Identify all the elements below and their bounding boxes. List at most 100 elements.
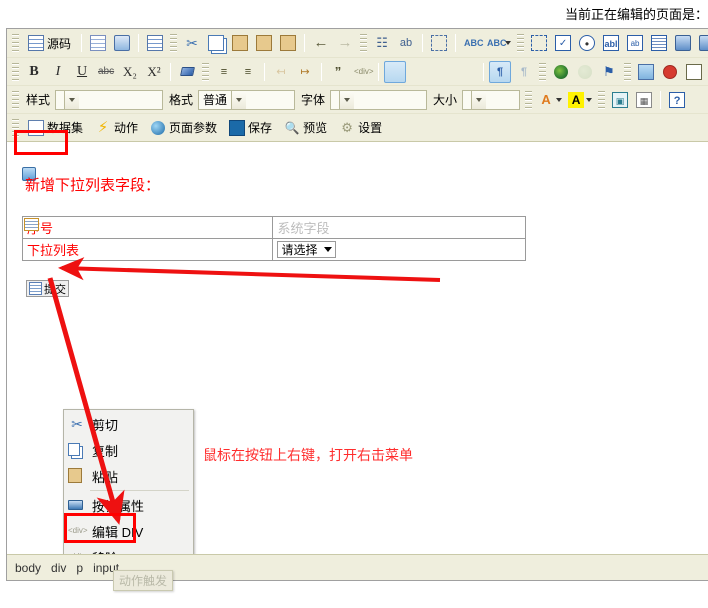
toolbar-grip[interactable] [12,118,19,137]
textfield-button[interactable]: abl [600,32,622,54]
button-button[interactable] [672,32,694,54]
text-color-button[interactable]: A [536,89,564,111]
redo-button[interactable]: → [334,32,356,54]
create-div-button[interactable]: <div> [351,61,374,83]
chevron-down-icon[interactable] [471,90,487,109]
radio-button[interactable]: • [576,32,598,54]
link-button[interactable] [550,61,572,83]
strike-button[interactable]: abc [95,61,117,83]
page-params-button[interactable]: 页面参数 [145,117,222,139]
ltr-button[interactable]: ¶ [489,60,511,83]
spellcheck-options-button[interactable]: ABC [485,32,513,54]
menu-button-properties[interactable]: 按钮属性 [64,492,193,518]
superscript-button[interactable]: X² [143,61,165,83]
toolbar-grip[interactable] [525,90,533,109]
menu-paste[interactable]: 粘贴 [64,463,193,489]
textarea-button[interactable]: ab [624,32,646,54]
format-select[interactable]: 普通 [198,89,296,110]
toolbar-grip[interactable] [539,62,546,81]
toolbar-grip[interactable] [202,62,209,81]
size-select[interactable] [462,89,521,110]
context-menu[interactable]: ✂ 剪切 复制 粘贴 按钮属性 <div> 编辑 DIV [63,409,194,554]
binoculars-icon: ☷ [376,35,388,50]
cut-button[interactable]: ✂ [181,32,203,54]
underline-icon: U [76,63,88,79]
toolbar-grip[interactable] [12,34,19,52]
menu-paste-label: 粘贴 [92,469,119,485]
print-button[interactable] [111,32,133,54]
dropdown-select[interactable]: 请选择 [277,241,336,258]
replace-button[interactable]: ab [395,32,417,54]
select-all-button[interactable] [428,32,450,54]
chevron-down-icon[interactable] [231,90,247,109]
rtl-button[interactable]: ¶ [513,61,535,83]
textarea-icon: ab [627,35,644,51]
style-select[interactable] [55,89,164,110]
find-button[interactable]: ☷ [371,32,393,54]
submit-button[interactable]: 提交 [26,280,69,297]
about-button[interactable]: ? [666,89,688,111]
italic-button[interactable]: I [47,61,69,83]
path-item-p[interactable]: p [76,561,83,575]
undo-button[interactable]: ← [310,32,332,54]
preview-button[interactable]: 🔍 预览 [279,117,332,139]
system-field-placeholder: 系统字段 [277,221,330,236]
flash-button[interactable] [659,61,681,83]
paste-button[interactable] [229,32,251,54]
align-left-button[interactable] [384,60,406,83]
toolbar-grip[interactable] [12,90,19,109]
paste-word-button[interactable] [277,32,299,54]
chevron-down-icon[interactable] [339,90,355,109]
form-button[interactable] [528,32,550,54]
bulleted-list-button[interactable]: ≡ [237,61,259,83]
save-button[interactable]: 保存 [224,117,277,139]
maximize-button[interactable]: ▣ [609,89,631,111]
toolbar-grip[interactable] [12,62,19,81]
unlink-button[interactable] [574,61,596,83]
menu-edit-div[interactable]: <div> 编辑 DIV [64,518,193,544]
checkbox-button[interactable]: ✓ [552,32,574,54]
show-blocks-button[interactable]: ▦ [633,89,655,111]
chevron-down-icon[interactable] [64,90,80,109]
dataset-button[interactable]: 数据集 [23,117,88,139]
image-button[interactable] [635,61,657,83]
indent-button[interactable]: ↦ [294,61,316,83]
anchor-button[interactable]: ⚑ [598,61,620,83]
spellcheck-button[interactable]: ABC [461,32,484,54]
toolbar-grip[interactable] [624,62,631,81]
path-item-div[interactable]: div [51,561,66,575]
settings-button[interactable]: ⚙ 设置 [334,117,387,139]
lightning-bolt-icon: ⚡ [97,118,109,136]
toolbar-grip[interactable] [170,34,178,52]
selectfield-button[interactable] [648,32,670,54]
toolbar-grip[interactable] [517,34,525,52]
toolbar-grip[interactable] [360,34,368,52]
toolbar-grip[interactable] [598,90,606,109]
outdent-button[interactable]: ↤ [270,61,292,83]
font-select[interactable] [330,89,428,110]
align-justify-button[interactable] [456,61,478,83]
table-button[interactable] [683,61,705,83]
new-page-button[interactable] [144,32,166,54]
align-center-button[interactable] [408,61,430,83]
action-button[interactable]: ⚡ 动作 [90,117,143,139]
numbered-list-button[interactable]: ≡ [213,61,235,83]
editor-canvas[interactable]: 新增下拉列表字段： 序号 系统字段 下拉列表 请选择 提交 ✂ 剪切 复制 粘贴… [7,146,708,554]
blockquote-button[interactable]: ” [327,61,349,83]
source-button[interactable]: 源码 [23,32,76,54]
paste-text-button[interactable] [253,32,275,54]
submit-button-icon [29,282,42,295]
underline-button[interactable]: U [71,61,93,83]
align-right-button[interactable] [432,61,454,83]
bg-color-button[interactable]: A [566,89,594,111]
menu-remove-div[interactable]: </div> 移除 DIV [64,544,193,555]
copy-button[interactable] [205,32,227,54]
menu-cut[interactable]: ✂ 剪切 [64,411,193,437]
bold-button[interactable]: B [23,61,45,83]
menu-copy[interactable]: 复制 [64,437,193,463]
templates-button[interactable] [87,32,109,54]
remove-format-button[interactable] [176,61,198,83]
path-item-body[interactable]: body [15,561,41,575]
subscript-button[interactable]: X₂ [119,61,141,83]
imagebutton-button[interactable] [696,32,708,54]
